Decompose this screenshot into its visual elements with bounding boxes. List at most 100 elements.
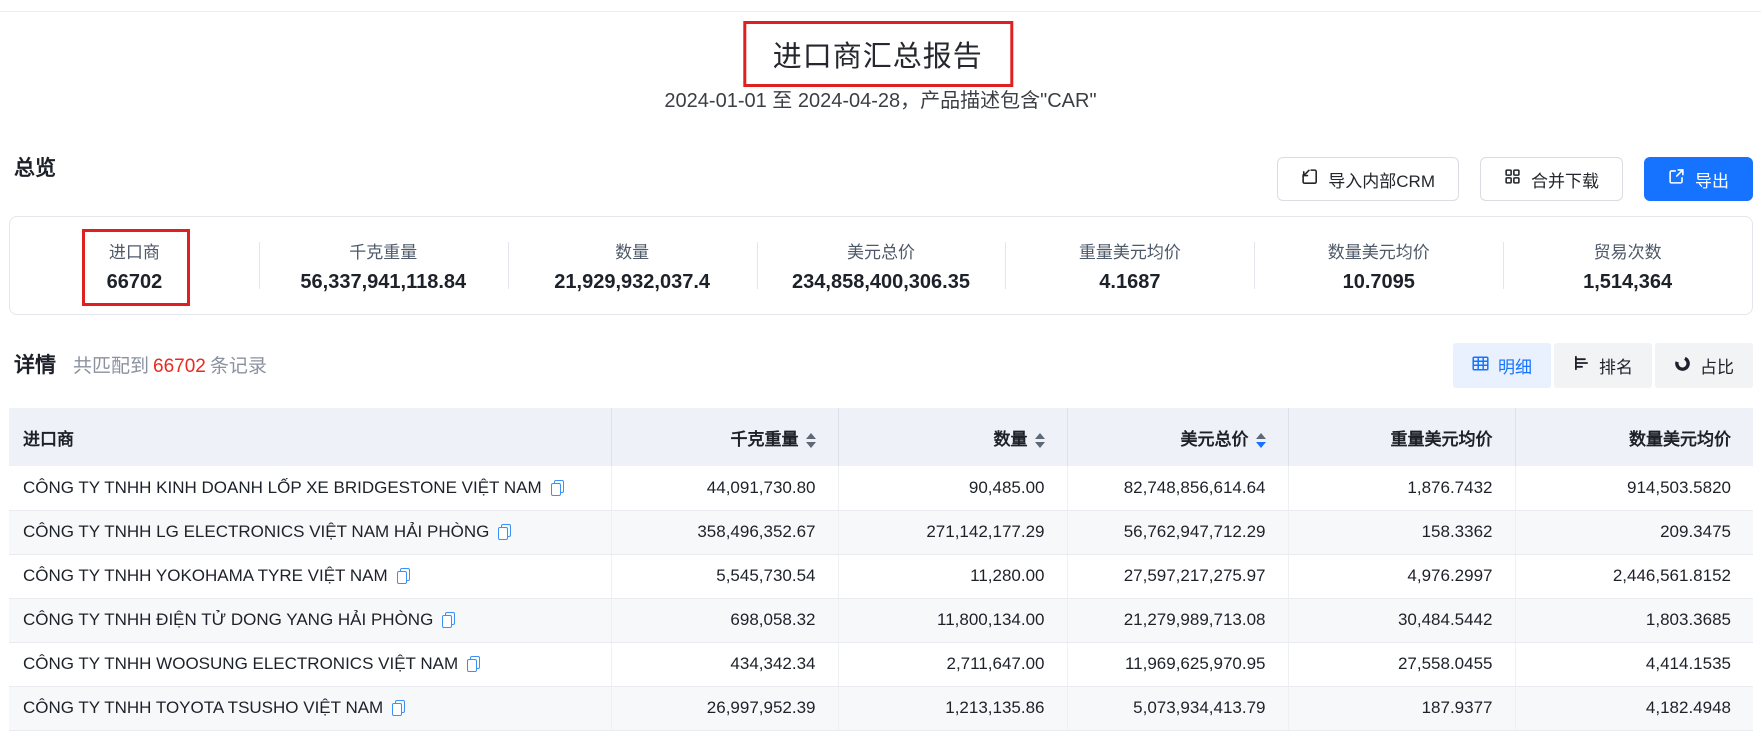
- match-count: 66702: [149, 356, 210, 377]
- stat-label: 数量美元均价: [1328, 238, 1430, 263]
- usd-per-unit-cell: 4,414.1535: [1515, 642, 1753, 686]
- export-button[interactable]: 导出: [1644, 157, 1753, 201]
- page-title: 进口商汇总报告: [773, 33, 983, 75]
- stat-trade-count: 贸易次数 1,514,364: [1503, 217, 1752, 314]
- table-row: CÔNG TY TNHH LG ELECTRONICS VIỆT NAM HẢI…: [9, 510, 1753, 554]
- details-bar: 详情 共匹配到66702条记录: [14, 349, 267, 379]
- table-row: CÔNG TY TNHH WOOSUNG ELECTRONICS VIỆT NA…: [9, 642, 1753, 686]
- merge-download-label: 合并下载: [1531, 167, 1599, 192]
- column-header-usd-per-kg: 重量美元均价: [1288, 408, 1515, 466]
- usd-per-kg-cell: 187.9377: [1288, 686, 1515, 730]
- kg-weight-cell: 26,997,952.39: [611, 686, 838, 730]
- table-row: CÔNG TY TNHH YOKOHAMA TYRE VIỆT NAM 5,54…: [9, 554, 1753, 598]
- importer-name: CÔNG TY TNHH WOOSUNG ELECTRONICS VIỆT NA…: [23, 654, 458, 674]
- column-header-usd-per-unit: 数量美元均价: [1515, 408, 1753, 466]
- stat-label: 进口商: [109, 238, 160, 263]
- sort-icon[interactable]: [806, 433, 816, 448]
- usd-per-kg-cell: 158.3362: [1288, 510, 1515, 554]
- stat-value: 56,337,941,118.84: [300, 271, 466, 294]
- usd-per-unit-cell: 209.3475: [1515, 510, 1753, 554]
- kg-weight-cell: 698,058.32: [611, 598, 838, 642]
- stat-usd-total: 美元总价 234,858,400,306.35: [757, 217, 1006, 314]
- usd-per-unit-cell: 1,803.3685: [1515, 598, 1753, 642]
- stat-value: 66702: [107, 271, 163, 294]
- usd-per-unit-cell: 914,503.5820: [1515, 466, 1753, 510]
- tab-proportion-label: 占比: [1700, 353, 1734, 378]
- tab-detail-label: 明细: [1498, 353, 1532, 378]
- export-icon: [1668, 168, 1685, 190]
- usd-total-cell: 5,073,934,413.79: [1067, 686, 1288, 730]
- view-tab-group: 明细 排名 占比: [1453, 343, 1753, 388]
- kg-weight-cell: 44,091,730.80: [611, 466, 838, 510]
- ranking-bars-icon: [1573, 355, 1590, 376]
- overview-heading: 总览: [14, 152, 56, 182]
- column-header-importer: 进口商: [9, 408, 611, 466]
- table-header-row: 进口商 千克重量 数量 美元总价 重量美元均价 数量美元均价: [9, 408, 1753, 466]
- top-divider: [0, 11, 1761, 12]
- column-label: 进口商: [23, 430, 74, 449]
- overview-stats-card: 进口商 66702 千克重量 56,337,941,118.84 数量 21,9…: [9, 216, 1753, 315]
- tab-ranking[interactable]: 排名: [1554, 343, 1652, 388]
- copy-icon[interactable]: [397, 568, 410, 584]
- table-row: CÔNG TY TNHH ĐIỆN TỬ DONG YANG HẢI PHÒNG…: [9, 598, 1753, 642]
- stat-value: 10.7095: [1343, 271, 1415, 294]
- stat-importers: 进口商 66702: [10, 217, 259, 314]
- usd-per-unit-cell: 2,446,561.8152: [1515, 554, 1753, 598]
- table-row: CÔNG TY TNHH TOYOTA TSUSHO VIỆT NAM 26,9…: [9, 686, 1753, 730]
- importer-name: CÔNG TY TNHH YOKOHAMA TYRE VIỆT NAM: [23, 566, 388, 586]
- stat-quantity: 数量 21,929,932,037.4: [508, 217, 757, 314]
- column-header-usd-total[interactable]: 美元总价: [1067, 408, 1288, 466]
- stat-label: 美元总价: [847, 238, 915, 263]
- merge-download-button[interactable]: 合并下载: [1480, 157, 1623, 201]
- quantity-cell: 2,711,647.00: [838, 642, 1067, 686]
- importer-name: CÔNG TY TNHH LG ELECTRONICS VIỆT NAM HẢI…: [23, 522, 489, 542]
- kg-weight-cell: 434,342.34: [611, 642, 838, 686]
- stat-value: 4.1687: [1099, 271, 1160, 294]
- stat-kg-weight: 千克重量 56,337,941,118.84: [259, 217, 508, 314]
- import-crm-button[interactable]: 导入内部CRM: [1277, 157, 1459, 201]
- match-prefix: 共匹配到: [73, 356, 149, 377]
- copy-icon[interactable]: [551, 480, 564, 496]
- column-label: 美元总价: [1181, 430, 1249, 449]
- pie-chart-icon: [1674, 355, 1691, 377]
- copy-icon[interactable]: [467, 656, 480, 672]
- stat-usd-per-kg: 重量美元均价 4.1687: [1005, 217, 1254, 314]
- stat-value: 21,929,932,037.4: [554, 271, 710, 294]
- stat-label: 重量美元均价: [1079, 238, 1181, 263]
- export-label: 导出: [1695, 167, 1729, 192]
- usd-total-cell: 27,597,217,275.97: [1067, 554, 1288, 598]
- tab-detail[interactable]: 明细: [1453, 343, 1551, 388]
- table-grid-icon: [1472, 356, 1489, 376]
- sort-icon[interactable]: [1035, 433, 1045, 448]
- stat-value: 234,858,400,306.35: [792, 271, 970, 294]
- column-header-quantity[interactable]: 数量: [838, 408, 1067, 466]
- import-icon: [1301, 168, 1318, 190]
- column-label: 重量美元均价: [1391, 430, 1493, 449]
- importer-name: CÔNG TY TNHH ĐIỆN TỬ DONG YANG HẢI PHÒNG: [23, 610, 433, 630]
- quantity-cell: 90,485.00: [838, 466, 1067, 510]
- usd-total-cell: 21,279,989,713.08: [1067, 598, 1288, 642]
- column-label: 数量: [994, 430, 1028, 449]
- copy-icon[interactable]: [442, 612, 455, 628]
- kg-weight-cell: 358,496,352.67: [611, 510, 838, 554]
- importers-table: 进口商 千克重量 数量 美元总价 重量美元均价 数量美元均价 CÔNG TY T…: [9, 408, 1753, 731]
- column-label: 数量美元均价: [1629, 430, 1731, 449]
- copy-icon[interactable]: [498, 524, 511, 540]
- quantity-cell: 11,280.00: [838, 554, 1067, 598]
- stat-label: 贸易次数: [1594, 238, 1662, 263]
- column-header-kg-weight[interactable]: 千克重量: [611, 408, 838, 466]
- tab-ranking-label: 排名: [1599, 353, 1633, 378]
- stat-value: 1,514,364: [1583, 271, 1672, 294]
- merge-grid-icon: [1504, 168, 1521, 190]
- usd-total-cell: 11,969,625,970.95: [1067, 642, 1288, 686]
- tab-proportion[interactable]: 占比: [1655, 343, 1753, 388]
- copy-icon[interactable]: [392, 700, 405, 716]
- importer-name: CÔNG TY TNHH KINH DOANH LỐP XE BRIDGESTO…: [23, 478, 542, 498]
- column-label: 千克重量: [731, 430, 799, 449]
- match-summary: 共匹配到66702条记录: [73, 351, 267, 378]
- sort-icon-active-desc[interactable]: [1256, 433, 1266, 448]
- match-suffix: 条记录: [210, 356, 267, 377]
- usd-total-cell: 56,762,947,712.29: [1067, 510, 1288, 554]
- action-button-group: 导入内部CRM 合并下载 导出: [1277, 157, 1753, 201]
- report-subtitle: 2024-01-01 至 2024-04-28，产品描述包含"CAR": [0, 84, 1761, 113]
